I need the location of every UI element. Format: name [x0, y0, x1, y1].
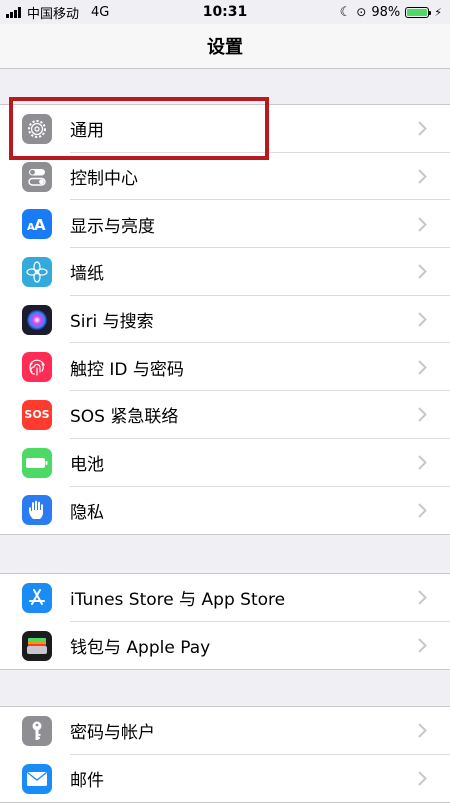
settings-group-stores: iTunes Store 与 App Store 钱包与 Apple Pay: [0, 573, 450, 671]
settings-row-label: 密码与帐户: [70, 723, 155, 744]
settings-row-wallpaper[interactable]: 墙纸: [0, 248, 450, 296]
settings-group-accounts: 密码与帐户 邮件: [0, 706, 450, 803]
text-size-icon: AA: [22, 209, 52, 240]
sos-icon: SOS: [22, 399, 52, 430]
chevron-right-icon: [416, 119, 428, 139]
settings-group-main: 通用 控制中心 AA 显示与亮度 墙纸 Siri 与搜索 触控 ID 与密码 S…: [0, 104, 450, 536]
hand-icon: [22, 495, 52, 526]
navigation-bar: 设置: [0, 24, 450, 69]
settings-row-label: 钱包与 Apple Pay: [70, 638, 211, 659]
signal-icon: [6, 6, 21, 18]
battery-indicator: [405, 6, 432, 18]
chevron-right-icon: [416, 721, 428, 741]
settings-row-label: 电池: [70, 455, 104, 476]
fingerprint-icon: [22, 352, 52, 383]
siri-icon: [22, 304, 52, 335]
settings-row-display[interactable]: AA 显示与亮度: [0, 200, 450, 249]
settings-row-label: 显示与亮度: [70, 216, 155, 237]
settings-row-battery[interactable]: 电池: [0, 439, 450, 487]
chevron-right-icon: [416, 636, 428, 656]
settings-row-label: 控制中心: [70, 169, 138, 190]
settings-row-sos[interactable]: SOS SOS 紧急联络: [0, 391, 450, 439]
chevron-right-icon: [416, 500, 428, 520]
settings-row-label: 隐私: [70, 502, 104, 523]
chevron-right-icon: [416, 453, 428, 473]
settings-row-passwords[interactable]: 密码与帐户: [0, 707, 450, 755]
status-bar: 中国移动 4G 10:31 ☾ ⊙ 98% ⚡: [0, 0, 450, 24]
key-icon: [22, 715, 52, 746]
battery-percent: 98%: [371, 4, 401, 20]
status-left: 中国移动 4G: [0, 3, 109, 22]
settings-row-label: 触控 ID 与密码: [70, 359, 184, 380]
settings-row-label: Siri 与搜索: [70, 312, 154, 333]
app-store-icon: [22, 582, 52, 613]
sos-icon-text: SOS: [24, 408, 50, 422]
chevron-right-icon: [416, 357, 428, 377]
flower-icon: [22, 256, 52, 287]
chevron-right-icon: [416, 262, 428, 282]
network-label: 4G: [91, 4, 110, 20]
carrier-label: 中国移动: [27, 6, 80, 22]
settings-row-touch-id[interactable]: 触控 ID 与密码: [0, 343, 450, 392]
wallet-icon: [22, 630, 52, 661]
settings-row-label: iTunes Store 与 App Store: [70, 590, 286, 611]
moon-icon: ☾: [339, 4, 352, 20]
switches-icon: [22, 161, 52, 192]
settings-row-siri[interactable]: Siri 与搜索: [0, 296, 450, 344]
settings-row-label: 墙纸: [70, 264, 104, 285]
chevron-right-icon: [416, 167, 428, 187]
status-right: ☾ ⊙ 98% ⚡: [340, 5, 450, 20]
charging-icon: ⚡: [434, 5, 442, 19]
mail-icon: [22, 763, 52, 794]
chevron-right-icon: [416, 214, 428, 234]
chevron-right-icon: [416, 405, 428, 425]
settings-row-itunes-app-store[interactable]: iTunes Store 与 App Store: [0, 574, 450, 622]
orientation-lock-icon: ⊙: [356, 5, 367, 19]
settings-row-mail[interactable]: 邮件: [0, 755, 450, 803]
battery-icon: [22, 447, 52, 478]
settings-row-label: SOS 紧急联络: [70, 407, 179, 428]
chevron-right-icon: [416, 588, 428, 608]
svg-text:A: A: [34, 216, 46, 233]
chevron-right-icon: [416, 310, 428, 330]
chevron-right-icon: [416, 769, 428, 789]
settings-row-wallet[interactable]: 钱包与 Apple Pay: [0, 622, 450, 670]
page-title: 设置: [207, 37, 243, 58]
highlight-box: [9, 97, 269, 160]
settings-row-label: 邮件: [70, 771, 104, 792]
settings-row-privacy[interactable]: 隐私: [0, 487, 450, 535]
